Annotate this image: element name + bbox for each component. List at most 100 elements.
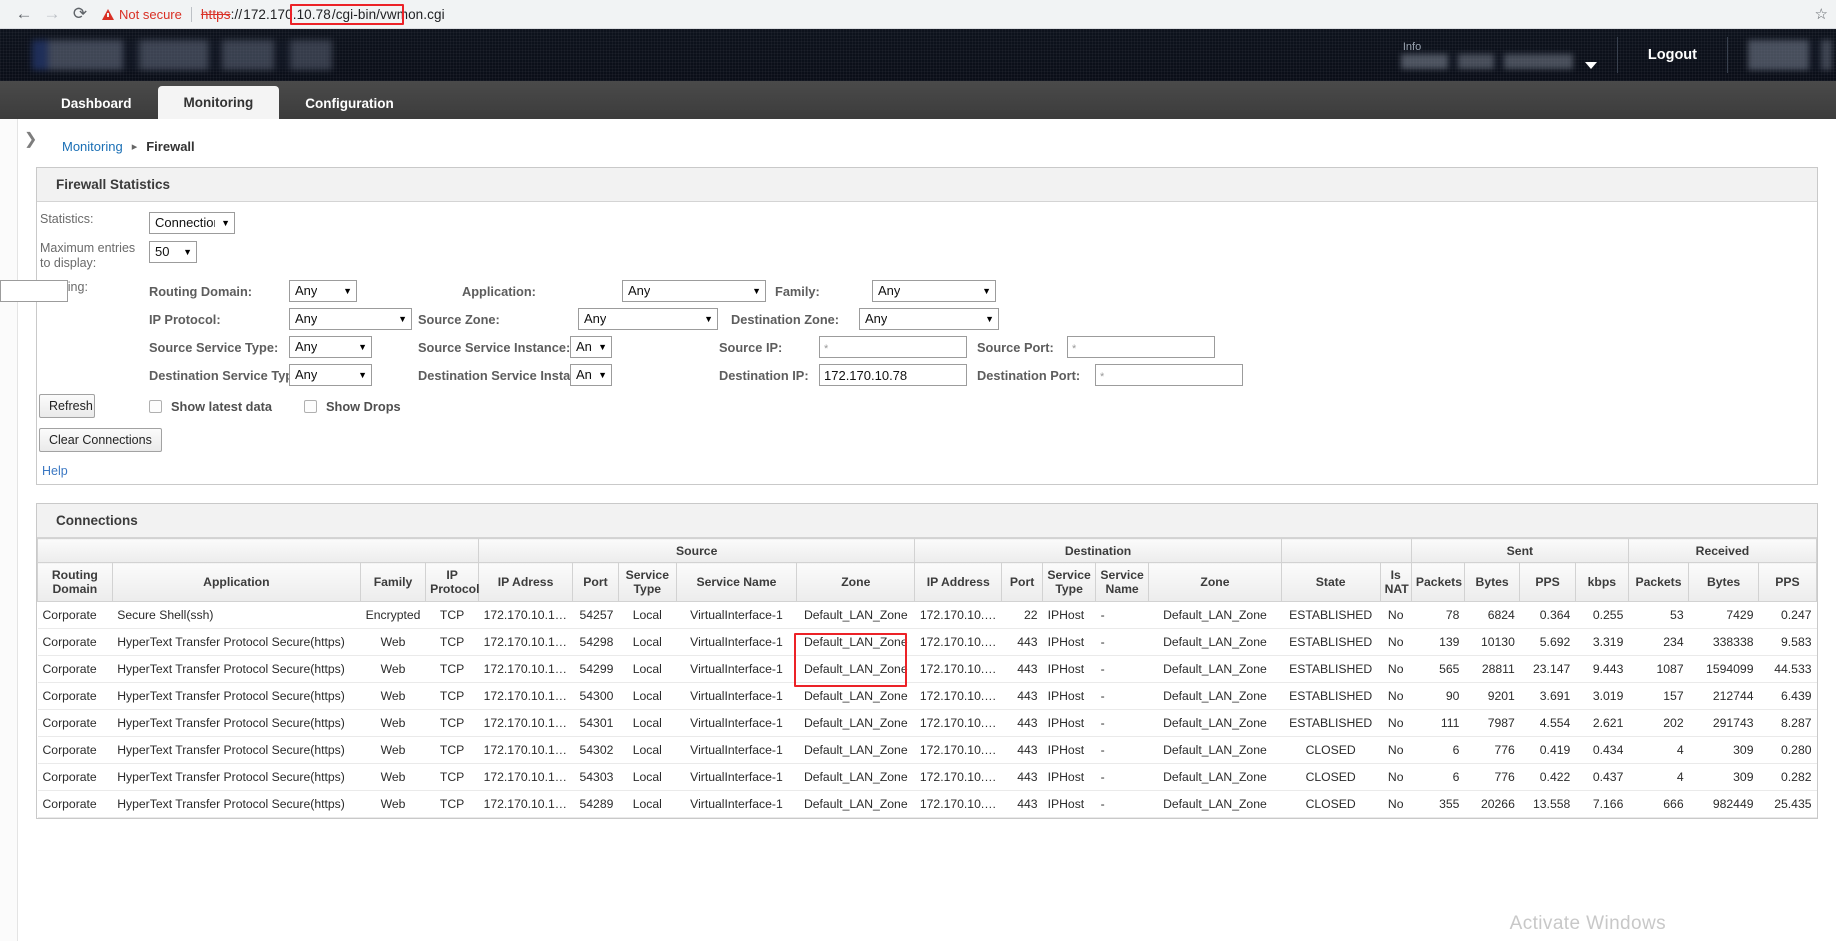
source-service-instance-select[interactable]: Any ▼ bbox=[570, 336, 612, 358]
header-divider-2 bbox=[1727, 37, 1728, 73]
cell-source-zone: Default_LAN_Zone bbox=[796, 628, 915, 656]
reload-icon[interactable]: ⟳ bbox=[66, 2, 94, 26]
col-destination-zone[interactable]: Zone bbox=[1148, 562, 1282, 602]
show-drops-checkbox[interactable]: Show Drops bbox=[303, 399, 401, 414]
checkbox-box[interactable] bbox=[149, 399, 162, 413]
destination-ip-input[interactable] bbox=[819, 364, 967, 386]
destination-service-type-label: Destination Service Type: bbox=[149, 367, 305, 383]
routing-domain-label: Routing Domain: bbox=[149, 283, 253, 299]
col-sent-bytes[interactable]: Bytes bbox=[1463, 562, 1521, 602]
col-source-port[interactable]: Port bbox=[572, 562, 619, 602]
forward-arrow-icon[interactable]: → bbox=[38, 2, 66, 26]
table-row[interactable]: Corporate HyperText Transfer Protocol Sec… bbox=[37, 655, 1817, 683]
source-ip-input[interactable] bbox=[819, 336, 967, 358]
col-received-pps[interactable]: PPS bbox=[1758, 562, 1817, 602]
cell-source-service-name: VirtualInterface-1 bbox=[676, 763, 797, 791]
cell-sent-bytes: 9201 bbox=[1464, 682, 1520, 710]
chevron-down-icon[interactable] bbox=[1584, 62, 1597, 69]
ip-protocol-select[interactable]: Any ▼ bbox=[289, 308, 412, 330]
statistics-select[interactable]: Connections ▼ bbox=[149, 212, 235, 234]
info-dropdown[interactable]: Info bbox=[1400, 41, 1613, 69]
max-entries-select[interactable]: 50 ▼ bbox=[149, 241, 197, 263]
cell-sent-kbps: 9.443 bbox=[1575, 655, 1629, 683]
table-row[interactable]: Corporate HyperText Transfer Protocol Sec… bbox=[37, 790, 1817, 818]
source-service-type-select[interactable]: Any ▼ bbox=[289, 336, 372, 358]
source-port-input[interactable] bbox=[1067, 336, 1215, 358]
cell-source-zone: Default_LAN_Zone bbox=[796, 682, 915, 710]
show-latest-data-checkbox[interactable]: Show latest data bbox=[149, 399, 272, 414]
col-source-ip-address[interactable]: IP Adress bbox=[478, 562, 574, 602]
tab-monitoring[interactable]: Monitoring bbox=[157, 86, 280, 119]
destination-zone-select[interactable]: Any ▼ bbox=[859, 308, 999, 330]
col-sent-kbps[interactable]: kbps bbox=[1574, 562, 1629, 602]
logout-button[interactable]: Logout bbox=[1622, 47, 1723, 63]
col-is-nat[interactable]: Is NAT bbox=[1379, 562, 1412, 602]
routing-domain-select[interactable]: Any ▼ bbox=[289, 280, 357, 302]
col-source-service-type[interactable]: Service Type bbox=[617, 562, 677, 602]
cell-destination-zone: Default_LAN_Zone bbox=[1148, 655, 1282, 683]
max-entries-row: Maximum entries to display: 50 ▼ bbox=[37, 241, 1817, 280]
col-state[interactable]: State bbox=[1280, 562, 1381, 602]
cell-state: ESTABLISHED bbox=[1281, 601, 1381, 629]
tab-configuration[interactable]: Configuration bbox=[279, 88, 419, 119]
col-application[interactable]: Application bbox=[111, 562, 361, 602]
col-received-bytes[interactable]: Bytes bbox=[1688, 562, 1759, 602]
col-received-packets[interactable]: Packets bbox=[1627, 562, 1690, 602]
expand-sidebar-icon[interactable]: ❯ bbox=[24, 129, 37, 149]
application-select[interactable]: Any ▼ bbox=[622, 280, 766, 302]
cell-destination-service-type: IPHost bbox=[1042, 709, 1096, 737]
cell-routing-domain: Corporate bbox=[37, 736, 113, 764]
col-source-service-name[interactable]: Service Name bbox=[675, 562, 798, 602]
warning-triangle-icon bbox=[102, 8, 114, 20]
col-ip-protocol[interactable]: IP Protocol bbox=[425, 562, 480, 602]
col-destination-service-type[interactable]: Service Type bbox=[1042, 562, 1097, 602]
cell-sent-packets: 565 bbox=[1411, 655, 1465, 683]
breadcrumb-monitoring[interactable]: Monitoring bbox=[62, 139, 123, 154]
breadcrumb: Monitoring ▸ Firewall bbox=[36, 135, 1818, 167]
header-divider-1 bbox=[1616, 37, 1618, 73]
back-arrow-icon[interactable]: ← bbox=[10, 2, 38, 26]
col-family[interactable]: Family bbox=[359, 562, 427, 602]
cell-application: Secure Shell(ssh) bbox=[112, 601, 361, 629]
clear-connections-button[interactable]: Clear Connections bbox=[39, 428, 162, 452]
header-right-group: Info Logout bbox=[1400, 29, 1836, 81]
cell-routing-domain: Corporate bbox=[37, 601, 113, 629]
address-bar[interactable]: Not secure https://172.170.10.78/cgi-bin… bbox=[102, 2, 1826, 26]
family-value: Any bbox=[878, 283, 901, 298]
cell-state: CLOSED bbox=[1281, 790, 1381, 818]
col-destination-port[interactable]: Port bbox=[1001, 562, 1044, 602]
cell-destination-zone: Default_LAN_Zone bbox=[1148, 709, 1282, 737]
table-row[interactable]: Corporate HyperText Transfer Protocol Sec… bbox=[37, 628, 1817, 656]
col-destination-ip-address[interactable]: IP Address bbox=[914, 562, 1003, 602]
col-source-zone[interactable]: Zone bbox=[796, 562, 916, 602]
star-icon[interactable]: ☆ bbox=[1815, 5, 1828, 23]
cell-destination-ip-address: 172.170.10.78 bbox=[914, 601, 1002, 629]
table-row[interactable]: Corporate Secure Shell(ssh) Encrypted TCP 17… bbox=[37, 601, 1817, 629]
cell-sent-bytes: 7987 bbox=[1464, 709, 1520, 737]
table-row[interactable]: Corporate HyperText Transfer Protocol Sec… bbox=[37, 682, 1817, 710]
cell-sent-bytes: 776 bbox=[1464, 763, 1520, 791]
col-routing-domain[interactable]: Routing Domain bbox=[37, 562, 113, 602]
col-sent-pps[interactable]: PPS bbox=[1519, 562, 1576, 602]
chevron-down-icon: ▼ bbox=[752, 285, 761, 296]
family-select[interactable]: Any ▼ bbox=[872, 280, 996, 302]
cell-destination-service-type: IPHost bbox=[1042, 736, 1096, 764]
refresh-button[interactable]: Refresh bbox=[39, 394, 95, 418]
checkbox-box[interactable] bbox=[303, 399, 317, 413]
help-link[interactable]: Help bbox=[39, 464, 68, 478]
cell-source-service-type: Local bbox=[618, 601, 677, 629]
table-row[interactable]: Corporate HyperText Transfer Protocol Sec… bbox=[37, 736, 1817, 764]
table-row[interactable]: Corporate HyperText Transfer Protocol Sec… bbox=[37, 709, 1817, 737]
tab-dashboard[interactable]: Dashboard bbox=[35, 88, 158, 119]
source-zone-select[interactable]: Any ▼ bbox=[578, 308, 718, 330]
col-sent-packets[interactable]: Packets bbox=[1410, 562, 1465, 602]
destination-service-instance-select[interactable]: Any ▼ bbox=[570, 364, 612, 386]
destination-service-type-select[interactable]: Any ▼ bbox=[289, 364, 372, 386]
destination-port-input[interactable] bbox=[1095, 364, 1243, 386]
not-secure-indicator[interactable]: Not secure bbox=[102, 7, 182, 22]
table-row[interactable]: Corporate HyperText Transfer Protocol Sec… bbox=[37, 763, 1817, 791]
col-destination-service-name[interactable]: Service Name bbox=[1095, 562, 1150, 602]
cell-destination-port: 443 bbox=[1001, 736, 1043, 764]
chevron-down-icon: ▼ bbox=[221, 217, 230, 228]
cell-routing-domain: Corporate bbox=[37, 655, 113, 683]
